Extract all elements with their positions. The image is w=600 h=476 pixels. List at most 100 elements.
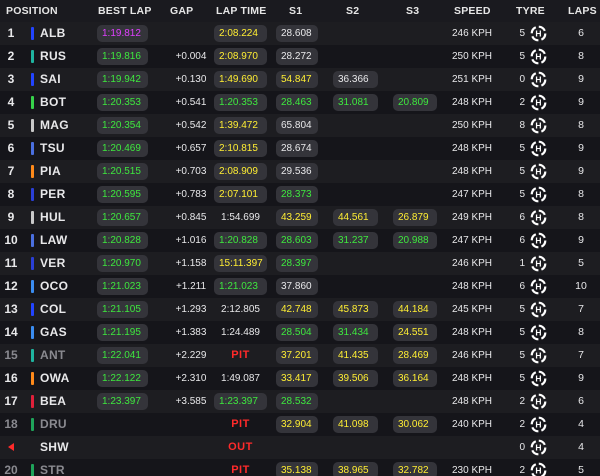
driver-code[interactable]: OCO xyxy=(40,275,68,298)
tyre-age: 5 xyxy=(519,143,525,154)
sector-s3: 44.184 xyxy=(393,301,437,318)
table-row[interactable]: 13 COL 1:21.105 +1.293 2:12.805 42.748 45.873 4… xyxy=(0,298,600,321)
sector-s1: 43.259 xyxy=(276,209,318,226)
driver-code[interactable]: VER xyxy=(40,252,66,275)
lap-time: 15:11.397 xyxy=(214,255,267,272)
position-number: 15 xyxy=(4,348,18,362)
hard-tyre-icon: H xyxy=(530,117,547,134)
driver-code[interactable]: RUS xyxy=(40,45,66,68)
gap-value: +0.130 xyxy=(175,74,207,85)
laps-count: 9 xyxy=(578,73,584,85)
laps-count: 8 xyxy=(578,119,584,131)
table-row[interactable]: 18 DRU PIT 32.904 41.098 30.062 240 KPH 2 H 4 xyxy=(0,413,600,436)
driver-code[interactable]: PIA xyxy=(40,160,61,183)
table-row[interactable]: 8 PER 1:20.595 +0.783 2:07.101 28.373 247 KPH 5… xyxy=(0,183,600,206)
sector-s1: 28.608 xyxy=(276,25,318,42)
table-row[interactable]: 14 GAS 1:21.195 +1.383 1:24.489 28.504 31.434 2… xyxy=(0,321,600,344)
tyre-age: 5 xyxy=(519,189,525,200)
driver-code[interactable]: SHW xyxy=(40,436,69,459)
hard-tyre-icon: H xyxy=(530,393,547,410)
position-number: 5 xyxy=(7,118,15,132)
driver-code[interactable]: STR xyxy=(40,459,65,476)
position-number: 12 xyxy=(4,279,18,293)
table-row[interactable]: 17 BEA 1:23.397 +3.585 1:23.397 28.532 248 KPH… xyxy=(0,390,600,413)
speed-value: 247 KPH xyxy=(451,235,493,246)
tyre-age: 5 xyxy=(519,51,525,62)
speed-value: 246 KPH xyxy=(451,258,493,269)
laps-count: 10 xyxy=(575,280,587,292)
laps-count: 8 xyxy=(578,211,584,223)
lap-time: 2:08.909 xyxy=(214,163,267,180)
speed-value: 248 KPH xyxy=(451,97,493,108)
svg-text:H: H xyxy=(535,328,541,338)
tyre-age: 2 xyxy=(519,465,525,476)
speed-value: 245 KPH xyxy=(451,304,493,315)
sector-s2: 41.098 xyxy=(333,416,378,433)
driver-code[interactable]: PER xyxy=(40,183,66,206)
driver-code[interactable]: MAG xyxy=(40,114,69,137)
svg-text:H: H xyxy=(535,144,541,154)
driver-code[interactable]: TSU xyxy=(40,137,65,160)
svg-text:H: H xyxy=(535,305,541,315)
table-row[interactable]: 10 LAW 1:20.828 +1.016 1:20.828 28.603 31.237 2… xyxy=(0,229,600,252)
hard-tyre-icon: H xyxy=(530,232,547,249)
lap-time: 1:49.690 xyxy=(214,71,267,88)
table-row[interactable]: 9 HUL 1:20.657 +0.845 1:54.699 43.259 44.561 26… xyxy=(0,206,600,229)
tyre-age: 6 xyxy=(519,212,525,223)
driver-code[interactable]: HUL xyxy=(40,206,66,229)
driver-code[interactable]: LAW xyxy=(40,229,68,252)
svg-text:H: H xyxy=(535,374,541,384)
gap-value: +0.703 xyxy=(175,166,207,177)
hard-tyre-icon: H xyxy=(530,186,547,203)
driver-code[interactable]: OWA xyxy=(40,367,70,390)
position-number: 3 xyxy=(7,72,15,86)
table-row[interactable]: 1 ALB 1:19.812 2:08.224 28.608 246 KPH 5 H 6 xyxy=(0,22,600,45)
sector-s2: 31.081 xyxy=(333,94,378,111)
speed-value: 248 KPH xyxy=(451,373,493,384)
position-number: 6 xyxy=(7,141,15,155)
laps-count: 4 xyxy=(578,418,584,430)
tyre-age: 6 xyxy=(519,235,525,246)
speed-value: 248 KPH xyxy=(451,327,493,338)
driver-code[interactable]: ANT xyxy=(40,344,66,367)
table-row[interactable]: 12 OCO 1:21.023 +1.211 1:21.023 37.860 248 KPH… xyxy=(0,275,600,298)
header-s2: S2 xyxy=(346,5,360,17)
driver-code[interactable]: ALB xyxy=(40,22,66,45)
table-row[interactable]: 16 OWA 1:22.122 +2.310 1:49.087 33.417 39.506 3… xyxy=(0,367,600,390)
table-row[interactable]: 4 BOT 1:20.353 +0.541 1:20.353 28.463 31.081 20… xyxy=(0,91,600,114)
sector-s2: 31.237 xyxy=(333,232,378,249)
team-color-bar xyxy=(31,211,34,224)
hard-tyre-icon: H xyxy=(530,278,547,295)
sector-s3: 32.782 xyxy=(393,462,437,476)
table-row[interactable]: 2 RUS 1:19.816 +0.004 2:08.970 28.272 250 KPH 5… xyxy=(0,45,600,68)
driver-code[interactable]: DRU xyxy=(40,413,67,436)
svg-text:H: H xyxy=(535,190,541,200)
driver-code[interactable]: BOT xyxy=(40,91,66,114)
sector-s2: 31.434 xyxy=(333,324,378,341)
table-row[interactable]: 5 MAG 1:20.354 +0.542 1:39.472 65.804 250 KPH 8… xyxy=(0,114,600,137)
svg-text:H: H xyxy=(535,213,541,223)
header-lap-time: LAP TIME xyxy=(216,5,267,17)
lap-time: 1:20.353 xyxy=(214,94,267,111)
lap-time: 2:08.224 xyxy=(214,25,267,42)
driver-code[interactable]: GAS xyxy=(40,321,67,344)
position-number: 14 xyxy=(4,325,18,339)
driver-code[interactable]: BEA xyxy=(40,390,66,413)
position-number: 11 xyxy=(4,256,18,270)
lap-time: 1:23.397 xyxy=(214,393,267,410)
laps-count: 8 xyxy=(578,188,584,200)
tyre-age: 0 xyxy=(519,442,525,453)
driver-code[interactable]: SAI xyxy=(40,68,61,91)
table-row[interactable]: 15 ANT 1:22.041 +2.229 PIT 37.201 41.435 28.469… xyxy=(0,344,600,367)
table-row[interactable]: 7 PIA 1:20.515 +0.703 2:08.909 29.536 248 KPH 5… xyxy=(0,160,600,183)
svg-text:H: H xyxy=(535,167,541,177)
table-row[interactable]: 6 TSU 1:20.469 +0.657 2:10.815 28.674 248 KPH 5… xyxy=(0,137,600,160)
team-color-bar xyxy=(31,349,34,362)
driver-code[interactable]: COL xyxy=(40,298,66,321)
table-row[interactable]: 20 STR PIT 35.138 38.965 32.782 230 KPH 2 H 5 xyxy=(0,459,600,476)
header-s1: S1 xyxy=(289,5,303,17)
header-gap: GAP xyxy=(170,5,194,17)
table-row[interactable]: SHW OUT 0 H 4 xyxy=(0,436,600,459)
table-row[interactable]: 11 VER 1:20.970 +1.158 15:11.397 28.397 246 KP… xyxy=(0,252,600,275)
table-row[interactable]: 3 SAI 1:19.942 +0.130 1:49.690 54.847 36.366 25… xyxy=(0,68,600,91)
